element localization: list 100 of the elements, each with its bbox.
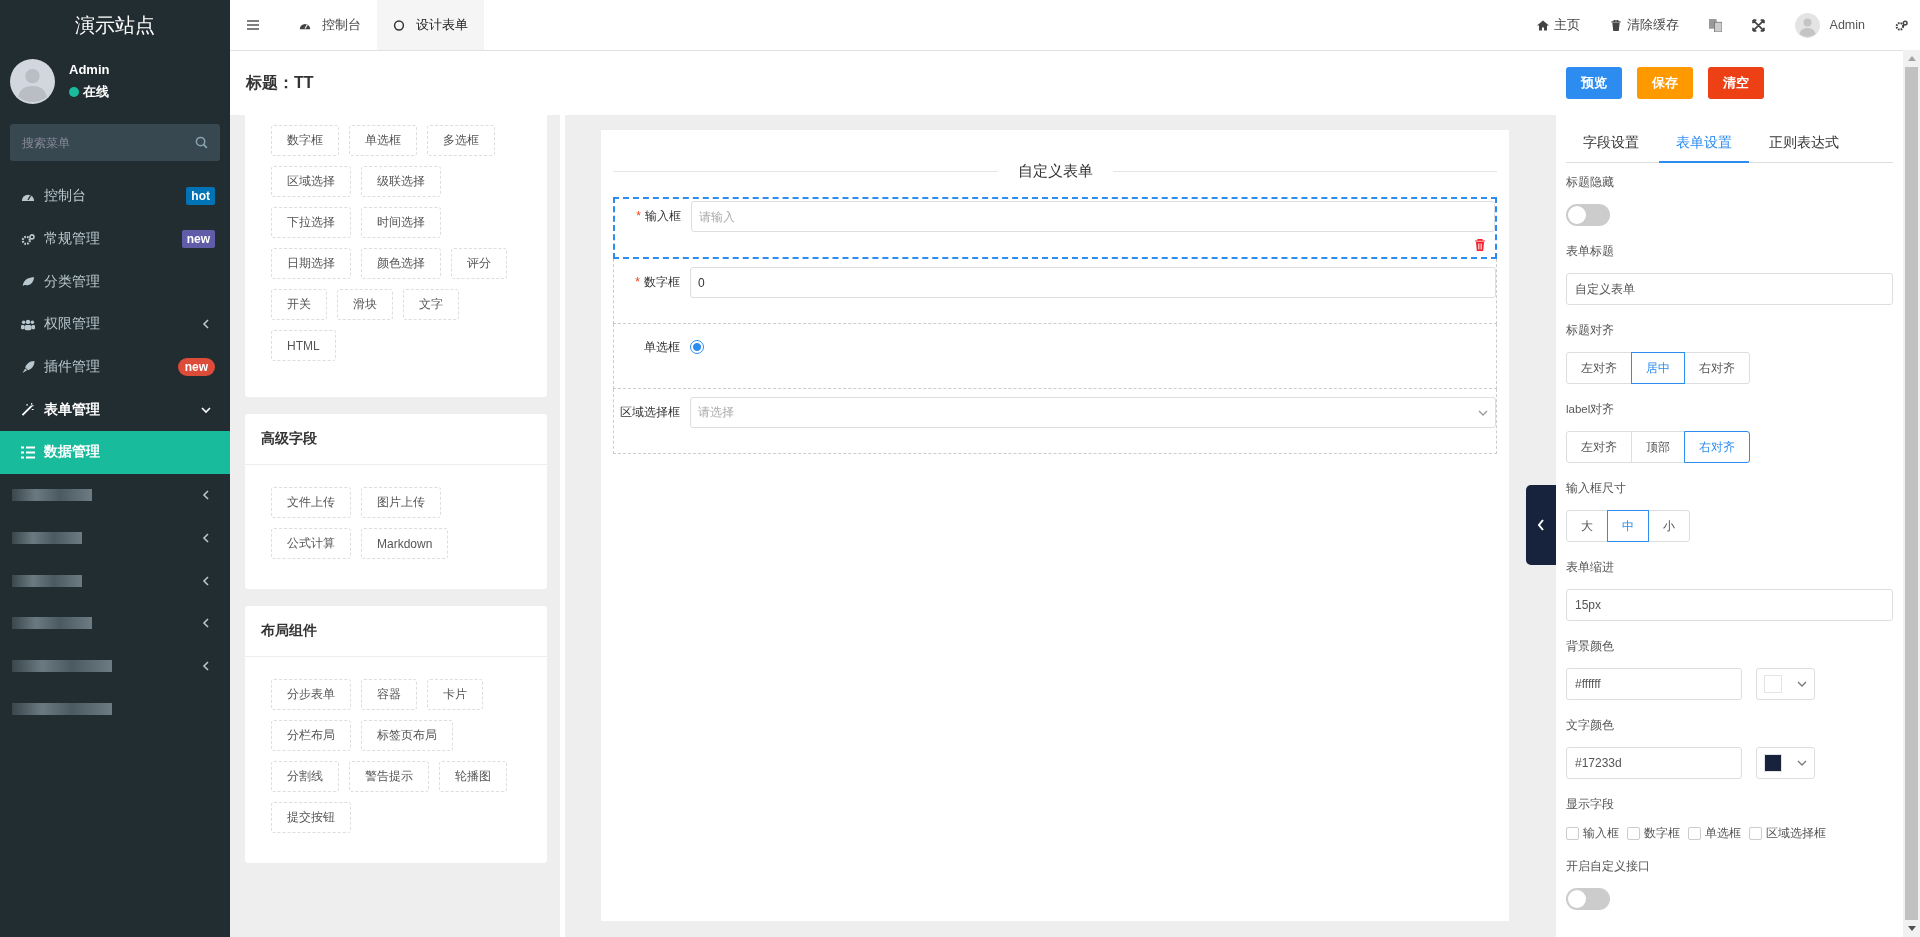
setting-label: 开启自定义接口 xyxy=(1566,859,1650,874)
avatar-icon[interactable] xyxy=(1794,12,1820,38)
menu-item[interactable]: 表单管理 xyxy=(0,388,230,432)
segment-option[interactable]: 小 xyxy=(1648,510,1690,542)
menu-item[interactable]: 常规管理 new xyxy=(0,217,230,261)
chevron-left-icon xyxy=(201,575,211,586)
segment-option[interactable]: 居中 xyxy=(1631,352,1685,384)
delete-icon[interactable] xyxy=(1475,239,1485,251)
user-name[interactable]: Admin xyxy=(1829,18,1865,32)
checkbox[interactable] xyxy=(1749,827,1762,840)
segment-option[interactable]: 左对齐 xyxy=(1566,431,1632,463)
chevron-left-icon xyxy=(201,660,211,671)
segment-option[interactable]: 右对齐 xyxy=(1684,431,1750,463)
color-input[interactable]: #ffffff xyxy=(1566,668,1742,700)
checkbox[interactable] xyxy=(1627,827,1640,840)
action-button[interactable]: 清空 xyxy=(1708,67,1764,99)
checkbox[interactable] xyxy=(1688,827,1701,840)
scroll-up-arrow-icon[interactable] xyxy=(1907,56,1916,61)
search-icon xyxy=(195,136,208,149)
component-chip[interactable]: 标签页布局 xyxy=(361,720,453,751)
component-chip[interactable]: 轮播图 xyxy=(439,761,507,792)
text-input[interactable]: 15px xyxy=(1566,589,1893,621)
menu-item[interactable]: 控制台 hot xyxy=(0,175,230,218)
setting-label: 输入框尺寸 xyxy=(1566,481,1626,496)
menu-item[interactable]: 权限管理 xyxy=(0,303,230,346)
required-mark: * xyxy=(636,209,641,223)
segment-option[interactable]: 右对齐 xyxy=(1684,352,1750,384)
toggle-switch[interactable] xyxy=(1566,204,1610,226)
component-chip[interactable]: 多选框 xyxy=(427,125,495,156)
segment-option[interactable]: 顶部 xyxy=(1631,431,1685,463)
form-item[interactable]: * 数字框 0 xyxy=(613,259,1497,324)
search-field[interactable]: 搜索菜单 xyxy=(10,124,220,161)
segment-option[interactable]: 中 xyxy=(1607,510,1649,542)
menu-label: 权限管理 xyxy=(44,315,101,334)
component-chip[interactable]: 提交按钮 xyxy=(271,802,351,833)
settings-tab[interactable]: 字段设置 xyxy=(1566,127,1656,162)
component-chip[interactable]: 分栏布局 xyxy=(271,720,351,751)
form-item[interactable]: 区域选择框 请选择 xyxy=(613,389,1497,454)
component-chip[interactable]: HTML xyxy=(271,330,336,361)
gears-icon[interactable] xyxy=(1895,18,1908,32)
component-chip[interactable]: 级联选择 xyxy=(361,166,441,197)
component-chip[interactable]: 公式计算 xyxy=(271,528,351,559)
component-chip[interactable]: 数字框 xyxy=(271,125,339,156)
home-link[interactable]: 主页 xyxy=(1536,16,1580,34)
page-tab[interactable]: 控制台 xyxy=(283,0,377,50)
scroll-down-arrow-icon[interactable] xyxy=(1907,926,1916,931)
toggle-switch[interactable] xyxy=(1566,888,1610,910)
home-icon xyxy=(1536,19,1549,31)
clear-cache-link[interactable]: 清除缓存 xyxy=(1609,16,1679,34)
field-label: 数字框 xyxy=(644,275,680,289)
component-chip[interactable]: 滑块 xyxy=(337,289,393,320)
menu-item[interactable]: 插件管理 new xyxy=(0,345,230,389)
component-chip[interactable]: 警告提示 xyxy=(349,761,429,792)
form-item[interactable]: * 输入框 请输入 xyxy=(613,197,1497,259)
component-chip[interactable]: 分步表单 xyxy=(271,679,351,710)
chevron-left-icon xyxy=(201,618,211,629)
form-title: 自定义表单 xyxy=(1017,162,1093,181)
required-mark: * xyxy=(635,275,640,289)
page-tab[interactable]: 设计表单 xyxy=(377,0,484,50)
color-picker[interactable] xyxy=(1756,747,1815,779)
list-icon xyxy=(21,445,35,459)
text-input[interactable]: 自定义表单 xyxy=(1566,273,1893,305)
collapse-handle[interactable] xyxy=(1526,485,1556,565)
checkbox-label: 区域选择框 xyxy=(1766,826,1826,841)
component-chip[interactable]: 文字 xyxy=(403,289,459,320)
menu-item[interactable]: 分类管理 xyxy=(0,260,230,304)
color-picker[interactable] xyxy=(1756,668,1815,700)
component-chip[interactable]: 下拉选择 xyxy=(271,207,351,238)
component-chip[interactable]: 容器 xyxy=(361,679,417,710)
component-chip[interactable]: Markdown xyxy=(361,528,449,559)
menu-label: 控制台 xyxy=(44,187,87,206)
component-chip[interactable]: 日期选择 xyxy=(271,248,351,279)
menu-badge: new xyxy=(181,230,215,249)
segment-option[interactable]: 左对齐 xyxy=(1566,352,1632,384)
component-chip[interactable]: 开关 xyxy=(271,289,327,320)
fullscreen-icon[interactable] xyxy=(1751,18,1765,32)
text-input[interactable]: 请输入 xyxy=(691,201,1495,232)
number-input[interactable]: 0 xyxy=(690,267,1496,298)
component-chip[interactable]: 颜色选择 xyxy=(361,248,441,279)
leaf-icon xyxy=(21,275,35,289)
menu-label: 插件管理 xyxy=(44,358,101,377)
form-item[interactable]: 单选框 xyxy=(613,324,1497,389)
radio-button[interactable] xyxy=(690,340,704,354)
checkbox[interactable] xyxy=(1566,827,1579,840)
chevron-left-icon xyxy=(201,490,211,501)
color-input[interactable]: #17233d xyxy=(1566,747,1742,779)
menu-icon[interactable] xyxy=(247,20,259,30)
component-chip[interactable]: 卡片 xyxy=(427,679,483,710)
component-chip[interactable]: 单选框 xyxy=(349,125,417,156)
chevron-left-icon xyxy=(1537,519,1545,531)
settings-tab[interactable]: 表单设置 xyxy=(1659,127,1749,163)
component-chip[interactable]: 分割线 xyxy=(271,761,339,792)
component-chip[interactable]: 时间选择 xyxy=(361,207,441,238)
settings-tab[interactable]: 正则表达式 xyxy=(1752,127,1856,162)
component-chip[interactable]: 评分 xyxy=(451,248,507,279)
component-chip[interactable]: 图片上传 xyxy=(361,487,441,518)
component-chip[interactable]: 区域选择 xyxy=(271,166,351,197)
component-chip[interactable]: 文件上传 xyxy=(271,487,351,518)
chevron-left-icon xyxy=(201,319,211,330)
segment-option[interactable]: 大 xyxy=(1566,510,1608,542)
